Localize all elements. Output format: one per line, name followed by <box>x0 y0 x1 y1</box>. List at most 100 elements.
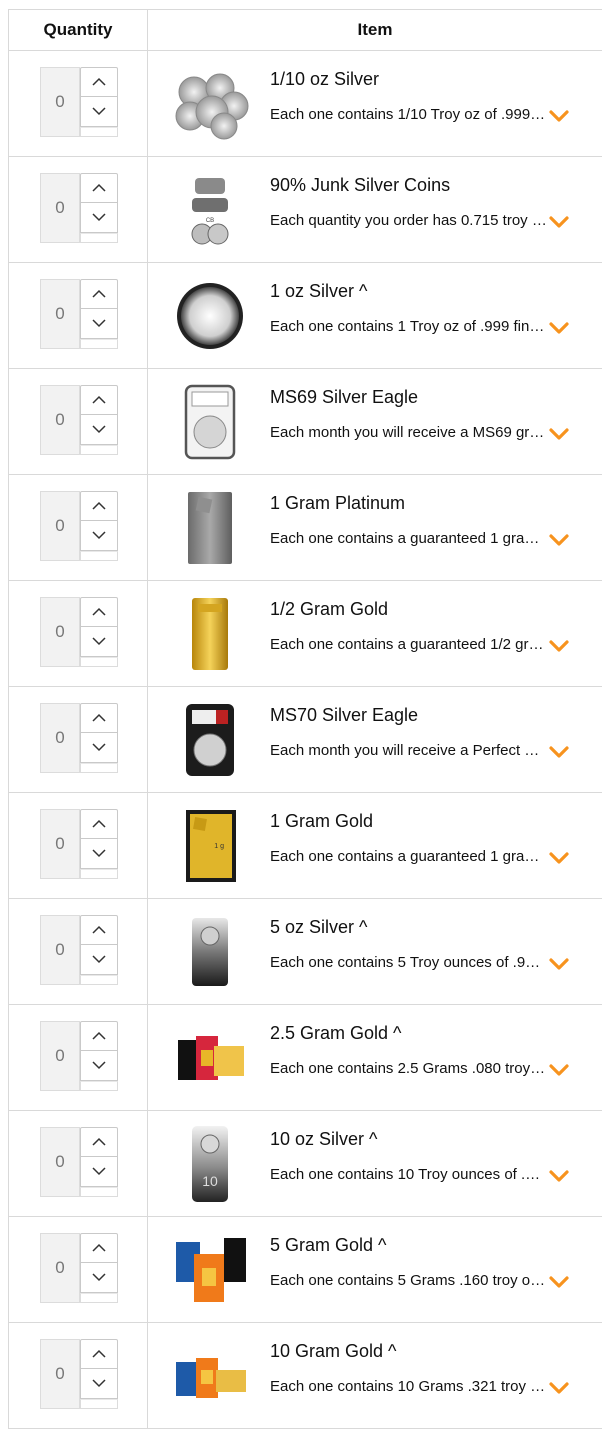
decrement-button[interactable] <box>80 415 118 445</box>
product-name: 5 Gram Gold ^ <box>270 1235 387 1255</box>
decrement-button[interactable] <box>80 627 118 657</box>
decrement-button[interactable] <box>80 97 118 127</box>
item-cell: 1 Gram Platinum Each one contains a guara… <box>148 475 602 580</box>
quantity-stepper[interactable]: 0 <box>40 703 118 773</box>
quantity-cell: 0 <box>9 475 148 580</box>
expand-description-chevron-icon[interactable] <box>548 1167 570 1185</box>
chevron-up-icon <box>92 815 106 833</box>
product-image <box>170 276 250 356</box>
quantity-input[interactable]: 0 <box>40 703 80 773</box>
quantity-input[interactable]: 0 <box>40 491 80 561</box>
decrement-button[interactable] <box>80 1263 118 1293</box>
quantity-input[interactable]: 0 <box>40 385 80 455</box>
quantity-stepper[interactable]: 0 <box>40 597 118 667</box>
decrement-button[interactable] <box>80 309 118 339</box>
quantity-stepper[interactable]: 0 <box>40 915 118 985</box>
quantity-cell: 0 <box>9 899 148 1004</box>
table-row: 0 1 Gram Platinum Each one contains a guar… <box>9 475 602 581</box>
product-image <box>170 700 250 780</box>
product-image <box>170 1336 250 1416</box>
table-row: 0 1 g 1 Gram Gold Each one contains a guara… <box>9 793 602 899</box>
product-description: Each one contains 2.5 Grams .080 troy oz… <box>270 1060 548 1077</box>
quantity-input[interactable]: 0 <box>40 597 80 667</box>
chevron-up-icon <box>92 1027 106 1045</box>
item-cell: 1/2 Gram Gold Each one contains a guarant… <box>148 581 602 686</box>
increment-button[interactable] <box>80 597 118 627</box>
quantity-stepper[interactable]: 0 <box>40 173 118 243</box>
quantity-input[interactable]: 0 <box>40 1339 80 1409</box>
increment-button[interactable] <box>80 67 118 97</box>
expand-description-chevron-icon[interactable] <box>548 107 570 125</box>
quantity-stepper[interactable]: 0 <box>40 1021 118 1091</box>
product-description: Each one contains 5 Troy ounces of .999 … <box>270 954 548 971</box>
expand-description-chevron-icon[interactable] <box>548 1379 570 1397</box>
quantity-stepper[interactable]: 0 <box>40 67 118 137</box>
expand-description-chevron-icon[interactable] <box>548 213 570 231</box>
quantity-input[interactable]: 0 <box>40 1233 80 1303</box>
expand-description-chevron-icon[interactable] <box>548 1273 570 1291</box>
chevron-up-icon <box>92 1133 106 1151</box>
chevron-down-icon <box>92 1375 106 1393</box>
increment-button[interactable] <box>80 809 118 839</box>
expand-description-chevron-icon[interactable] <box>548 425 570 443</box>
expand-description-chevron-icon[interactable] <box>548 531 570 549</box>
quantity-cell: 0 <box>9 1323 148 1428</box>
quantity-input[interactable]: 0 <box>40 1021 80 1091</box>
expand-description-chevron-icon[interactable] <box>548 637 570 655</box>
svg-text:1 g: 1 g <box>214 843 224 850</box>
quantity-stepper[interactable]: 0 <box>40 1339 118 1409</box>
table-row: 0 MS70 Silver Eagle Each month you will re… <box>9 687 602 793</box>
quantity-cell: 0 <box>9 1005 148 1110</box>
increment-button[interactable] <box>80 173 118 203</box>
expand-description-chevron-icon[interactable] <box>548 849 570 867</box>
quantity-column-header: Quantity <box>9 10 148 50</box>
product-description: Each month you will receive a MS69 grade… <box>270 424 548 441</box>
product-image <box>170 912 250 992</box>
decrement-button[interactable] <box>80 733 118 763</box>
decrement-button[interactable] <box>80 1157 118 1187</box>
stepper-base <box>80 551 118 561</box>
quantity-stepper[interactable]: 0 <box>40 1127 118 1197</box>
chevron-up-icon <box>92 603 106 621</box>
quantity-stepper[interactable]: 0 <box>40 1233 118 1303</box>
expand-description-chevron-icon[interactable] <box>548 743 570 761</box>
increment-button[interactable] <box>80 1233 118 1263</box>
decrement-button[interactable] <box>80 521 118 551</box>
item-cell: MS69 Silver Eagle Each month you will rec… <box>148 369 602 474</box>
stepper-base <box>80 445 118 455</box>
product-name: 10 oz Silver ^ <box>270 1129 378 1149</box>
increment-button[interactable] <box>80 703 118 733</box>
decrement-button[interactable] <box>80 1051 118 1081</box>
product-description: Each one contains 5 Grams .160 troy oz o… <box>270 1272 548 1289</box>
quantity-input[interactable]: 0 <box>40 915 80 985</box>
quantity-input[interactable]: 0 <box>40 809 80 879</box>
quantity-input[interactable]: 0 <box>40 67 80 137</box>
increment-button[interactable] <box>80 1339 118 1369</box>
increment-button[interactable] <box>80 279 118 309</box>
quantity-cell: 0 <box>9 793 148 898</box>
quantity-input[interactable]: 0 <box>40 1127 80 1197</box>
quantity-cell: 0 <box>9 369 148 474</box>
quantity-stepper[interactable]: 0 <box>40 385 118 455</box>
product-image <box>170 64 250 144</box>
decrement-button[interactable] <box>80 203 118 233</box>
increment-button[interactable] <box>80 385 118 415</box>
expand-description-chevron-icon[interactable] <box>548 1061 570 1079</box>
decrement-button[interactable] <box>80 839 118 869</box>
increment-button[interactable] <box>80 915 118 945</box>
decrement-button[interactable] <box>80 945 118 975</box>
table-header: Quantity Item <box>9 10 602 51</box>
product-name: 1/2 Gram Gold <box>270 599 389 619</box>
quantity-input[interactable]: 0 <box>40 173 80 243</box>
quantity-stepper[interactable]: 0 <box>40 279 118 349</box>
expand-description-chevron-icon[interactable] <box>548 955 570 973</box>
table-row: 0 MS69 Silver Eagle Each month you will re… <box>9 369 602 475</box>
quantity-input[interactable]: 0 <box>40 279 80 349</box>
increment-button[interactable] <box>80 491 118 521</box>
quantity-stepper[interactable]: 0 <box>40 809 118 879</box>
increment-button[interactable] <box>80 1127 118 1157</box>
decrement-button[interactable] <box>80 1369 118 1399</box>
expand-description-chevron-icon[interactable] <box>548 319 570 337</box>
increment-button[interactable] <box>80 1021 118 1051</box>
quantity-stepper[interactable]: 0 <box>40 491 118 561</box>
